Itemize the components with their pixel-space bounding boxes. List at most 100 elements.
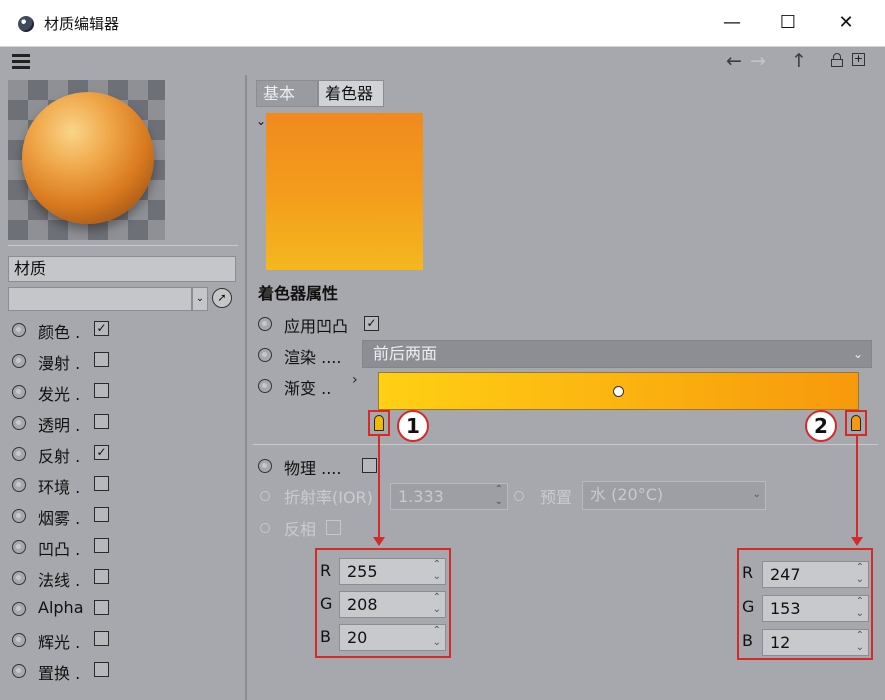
radio-icon [12, 571, 26, 585]
gradient-interpolation-knot[interactable] [613, 386, 624, 397]
b-label: B [320, 627, 331, 646]
channel-item-fog[interactable]: 烟雾 . [10, 502, 240, 530]
channel-checkbox[interactable] [94, 414, 109, 429]
lock-icon[interactable] [831, 53, 843, 67]
channel-label: 透明 [38, 416, 71, 435]
channel-checkbox[interactable] [94, 352, 109, 367]
close-button[interactable]: ✕ [826, 8, 866, 38]
apply-bump-checkbox[interactable]: ✓ [364, 316, 379, 331]
channel-item-normal[interactable]: 法线 . [10, 564, 240, 592]
channel-label: 发光 [38, 385, 71, 404]
preset-dropdown[interactable]: 水 (20°C) ⌄ [582, 481, 766, 510]
channel-checkbox[interactable]: ✓ [94, 445, 109, 460]
stop2-red-field[interactable]: 247 ⌃ ⌄ [762, 561, 869, 588]
radio-icon[interactable] [258, 348, 272, 362]
channel-item-reflectance[interactable]: 反射 . ✓ [10, 440, 240, 468]
channel-label: 颜色 [38, 323, 71, 342]
g-label: G [320, 594, 333, 613]
collapse-arrow-icon[interactable]: ⌄ [256, 114, 266, 128]
radio-icon[interactable] [514, 491, 524, 501]
radio-icon [12, 633, 26, 647]
stop1-green-field[interactable]: 208 ⌃ ⌄ [339, 591, 446, 618]
spinner-icon: ⌃ ⌄ [432, 592, 441, 615]
channel-checkbox[interactable] [94, 600, 109, 615]
chevron-down-icon[interactable]: ⌄ [192, 287, 208, 311]
chevron-right-icon[interactable]: › [352, 372, 358, 388]
radio-icon [12, 602, 26, 616]
back-arrow-icon[interactable]: ← [726, 50, 742, 72]
material-select[interactable] [8, 287, 192, 311]
stop1-blue-field[interactable]: 20 ⌃ ⌄ [339, 624, 446, 651]
radio-icon [12, 664, 26, 678]
tab-basic[interactable]: 基本 [256, 80, 318, 107]
invert-checkbox[interactable] [326, 520, 341, 535]
channel-item-glow[interactable]: 辉光 . [10, 626, 240, 654]
stop1-red-field[interactable]: 255 ⌃ ⌄ [339, 558, 446, 585]
radio-icon[interactable] [258, 379, 272, 393]
render-dropdown[interactable]: 前后两面 ⌄ [362, 340, 872, 368]
gradient-stop-2[interactable] [845, 410, 867, 436]
channel-label: 置换 [38, 664, 71, 683]
stop2-blue-field[interactable]: 12 ⌃ ⌄ [762, 629, 869, 656]
panel-divider[interactable] [245, 75, 247, 700]
channel-item-color[interactable]: 颜色 . ✓ [10, 316, 240, 344]
channel-item-bump[interactable]: 凹凸 . [10, 533, 240, 561]
channel-checkbox[interactable] [94, 507, 109, 522]
stop2-green-field[interactable]: 153 ⌃ ⌄ [762, 595, 869, 622]
channel-item-alpha[interactable]: Alpha [10, 595, 240, 623]
channel-checkbox[interactable] [94, 569, 109, 584]
channel-checkbox[interactable] [94, 476, 109, 491]
channel-item-displacement[interactable]: 置换 . [10, 657, 240, 685]
channel-item-luminance[interactable]: 发光 . [10, 378, 240, 406]
apply-bump-label: 应用凹凸 [284, 317, 349, 336]
preset-label: 预置 [540, 488, 573, 507]
stop1-green-value: 208 [347, 595, 378, 614]
channel-checkbox[interactable]: ✓ [94, 321, 109, 336]
arrow-down-icon [851, 537, 863, 546]
gradient-label: 渐变 [284, 379, 317, 398]
channel-checkbox[interactable] [94, 383, 109, 398]
maximize-button[interactable]: ☐ [768, 8, 808, 38]
material-name-field[interactable]: 材质 [8, 256, 236, 282]
invert-label: 反相 [284, 520, 317, 539]
radio-icon[interactable] [258, 459, 272, 473]
radio-icon[interactable] [260, 523, 270, 533]
tab-shader[interactable]: 着色器 [318, 80, 384, 107]
channel-checkbox[interactable] [94, 631, 109, 646]
radio-icon [12, 447, 26, 461]
channel-item-diffusion[interactable]: 漫射 . [10, 347, 240, 375]
up-arrow-icon[interactable]: ↑ [791, 50, 807, 72]
forward-arrow-icon[interactable]: → [750, 50, 766, 72]
cursor-pick-icon[interactable]: ➚ [212, 288, 232, 308]
channel-label: 凹凸 [38, 540, 71, 559]
color-stop-icon [374, 415, 384, 431]
stop1-blue-value: 20 [347, 628, 368, 647]
radio-icon[interactable] [260, 491, 270, 501]
channel-checkbox[interactable] [94, 538, 109, 553]
spinner-icon: ⌃ ⌄ [494, 484, 503, 507]
channel-label: Alpha [38, 598, 84, 617]
channel-label: 法线 [38, 571, 71, 590]
menu-icon[interactable] [12, 54, 30, 69]
channel-item-transparency[interactable]: 透明 . [10, 409, 240, 437]
gradient-stop-1[interactable] [368, 410, 390, 436]
channel-checkbox[interactable] [94, 662, 109, 677]
channel-item-environment[interactable]: 环境 . [10, 471, 240, 499]
channel-label: 环境 [38, 478, 71, 497]
ior-field[interactable]: 1.333 ⌃ ⌄ [390, 483, 508, 510]
title-bar: 材质编辑器 — ☐ ✕ [0, 0, 885, 47]
minimize-button[interactable]: — [712, 8, 752, 38]
divider [253, 444, 878, 445]
physical-checkbox[interactable] [362, 458, 377, 473]
callout-arrow-line [378, 436, 380, 538]
channel-label: 漫射 [38, 354, 71, 373]
ior-label: 折射率(IOR) [284, 488, 373, 507]
radio-icon [12, 540, 26, 554]
toolbar: ← → ↑ + [0, 47, 885, 75]
new-window-icon[interactable]: + [852, 53, 865, 66]
render-label: 渲染 [284, 348, 317, 367]
spinner-icon: ⌃ ⌄ [855, 630, 864, 653]
window-title: 材质编辑器 [44, 15, 120, 33]
radio-icon[interactable] [258, 317, 272, 331]
chevron-down-icon: ⌄ [752, 489, 761, 500]
